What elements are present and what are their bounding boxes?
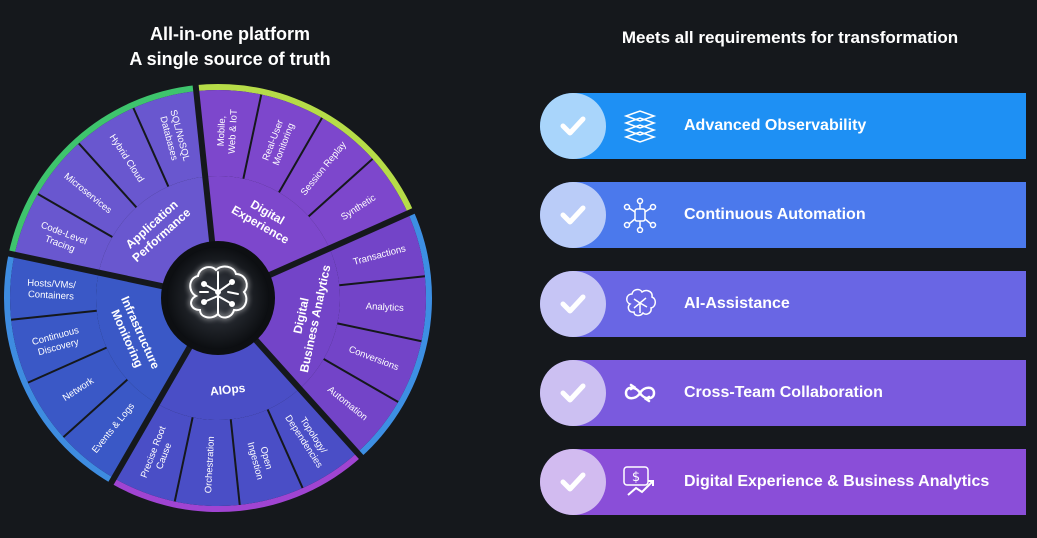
requirement-continuous-automation: Continuous Automation	[540, 182, 1026, 248]
checkmark-icon	[540, 271, 606, 337]
center-hub	[161, 241, 275, 355]
svg-text:$: $	[632, 470, 640, 485]
requirement-label: Continuous Automation	[684, 206, 866, 223]
requirement-advanced-observability: Advanced Observability	[540, 93, 1026, 159]
requirement-ai-assistance: AI-Assistance	[540, 271, 1026, 337]
requirements-list: Advanced Observability Continuous Automa…	[540, 93, 1026, 538]
capability-label: Hosts/VMs/Containers	[26, 278, 76, 303]
ai-brain-icon	[622, 286, 658, 322]
requirement-label: AI-Assistance	[684, 295, 790, 312]
checkmark-icon	[540, 360, 606, 426]
requirement-label: Digital Experience & Business Analytics	[684, 473, 990, 490]
requirement-cross-team-collaboration: Cross-Team Collaboration	[540, 360, 1026, 426]
automation-network-icon	[622, 197, 658, 234]
checkmark-icon	[540, 449, 606, 515]
requirement-digital-experience-business-analytics: $ Digital Experience & Business Analytic…	[540, 449, 1026, 515]
checkmark-icon	[540, 93, 606, 159]
checkmark-icon	[540, 182, 606, 248]
requirement-label: Advanced Observability	[684, 117, 867, 134]
layers-network-icon	[622, 108, 658, 144]
capability-label: Analytics	[365, 301, 404, 314]
requirements-title: Meets all requirements for transformatio…	[621, 28, 959, 47]
platform-wheel: Code-LevelTracingMicroservicesHybrid Clo…	[3, 82, 432, 512]
requirement-label: Cross-Team Collaboration	[684, 384, 883, 401]
infinity-arrows-icon	[622, 375, 658, 411]
dollar-chart-icon: $	[622, 464, 658, 500]
